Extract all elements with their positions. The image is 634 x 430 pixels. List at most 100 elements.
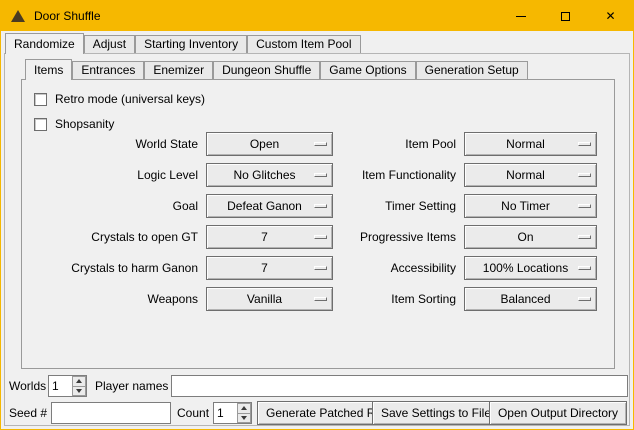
seed-input[interactable] bbox=[51, 402, 171, 424]
progressive-items-label: Progressive Items bbox=[322, 230, 456, 244]
weapons-dropdown[interactable]: Vanilla bbox=[206, 287, 333, 311]
spinner-arrows bbox=[72, 376, 86, 396]
shopsanity-checkbox[interactable] bbox=[34, 118, 47, 131]
world-state-label: World State bbox=[34, 137, 198, 151]
dropdown-indicator-icon bbox=[578, 204, 591, 208]
crystals-harm-ganon-dropdown[interactable]: 7 bbox=[206, 256, 333, 280]
goal-label: Goal bbox=[34, 199, 198, 213]
dropdown-indicator-icon bbox=[578, 266, 591, 270]
crystals-harm-ganon-label: Crystals to harm Ganon bbox=[34, 261, 198, 275]
tab-entrances[interactable]: Entrances bbox=[72, 61, 144, 79]
goal-value: Defeat Ganon bbox=[227, 195, 312, 217]
item-functionality-label: Item Functionality bbox=[322, 168, 456, 182]
item-functionality-dropdown[interactable]: Normal bbox=[464, 163, 597, 187]
shopsanity-row: Shopsanity bbox=[34, 115, 114, 133]
option-row: Logic Level No Glitches bbox=[34, 163, 333, 187]
arrow-down-icon bbox=[76, 389, 82, 393]
count-spinner[interactable] bbox=[213, 402, 252, 424]
crystals-open-gt-value: 7 bbox=[261, 226, 278, 248]
logic-level-dropdown[interactable]: No Glitches bbox=[206, 163, 333, 187]
goal-dropdown[interactable]: Defeat Ganon bbox=[206, 194, 333, 218]
items-tab-page: Retro mode (universal keys) Shopsanity W… bbox=[21, 79, 615, 369]
spin-down-button[interactable] bbox=[237, 413, 251, 424]
player-names-input[interactable] bbox=[171, 375, 628, 397]
count-label: Count bbox=[177, 401, 209, 425]
option-row: Timer Setting No Timer bbox=[322, 194, 597, 218]
retro-mode-label: Retro mode (universal keys) bbox=[55, 92, 205, 106]
primary-tab-bar: Randomize Adjust Starting Inventory Cust… bbox=[5, 33, 361, 53]
tab-randomize[interactable]: Randomize bbox=[5, 33, 84, 54]
close-button[interactable]: ✕ bbox=[588, 1, 633, 31]
weapons-value: Vanilla bbox=[247, 288, 292, 310]
title-bar: Door Shuffle ✕ bbox=[1, 1, 633, 31]
open-output-directory-button[interactable]: Open Output Directory bbox=[489, 401, 627, 425]
option-row: Progressive Items On bbox=[322, 225, 597, 249]
progressive-items-dropdown[interactable]: On bbox=[464, 225, 597, 249]
item-sorting-dropdown[interactable]: Balanced bbox=[464, 287, 597, 311]
tab-starting-inventory[interactable]: Starting Inventory bbox=[135, 35, 247, 53]
dropdown-indicator-icon bbox=[578, 297, 591, 301]
arrow-up-icon bbox=[76, 379, 82, 383]
crystals-harm-ganon-value: 7 bbox=[261, 257, 278, 279]
logic-level-label: Logic Level bbox=[34, 168, 198, 182]
arrow-up-icon bbox=[241, 406, 247, 410]
player-names-label: Player names bbox=[95, 375, 168, 397]
timer-setting-dropdown[interactable]: No Timer bbox=[464, 194, 597, 218]
tab-adjust[interactable]: Adjust bbox=[84, 35, 135, 53]
item-pool-dropdown[interactable]: Normal bbox=[464, 132, 597, 156]
spin-up-button[interactable] bbox=[72, 376, 86, 386]
minimize-icon bbox=[516, 16, 526, 17]
weapons-label: Weapons bbox=[34, 292, 198, 306]
dropdown-indicator-icon bbox=[578, 235, 591, 239]
timer-setting-label: Timer Setting bbox=[322, 199, 456, 213]
option-row: Goal Defeat Ganon bbox=[34, 194, 333, 218]
worlds-label: Worlds bbox=[9, 375, 46, 397]
maximize-button[interactable] bbox=[543, 1, 588, 31]
option-row: Crystals to open GT 7 bbox=[34, 225, 333, 249]
save-settings-button[interactable]: Save Settings to File bbox=[372, 401, 500, 425]
option-row: Crystals to harm Ganon 7 bbox=[34, 256, 333, 280]
maximize-icon bbox=[561, 12, 570, 21]
crystals-open-gt-dropdown[interactable]: 7 bbox=[206, 225, 333, 249]
close-icon: ✕ bbox=[605, 10, 615, 22]
minimize-button[interactable] bbox=[498, 1, 543, 31]
spinner-arrows bbox=[237, 403, 251, 423]
progressive-items-value: On bbox=[517, 226, 543, 248]
retro-mode-checkbox[interactable] bbox=[34, 93, 47, 106]
option-row: Item Sorting Balanced bbox=[322, 287, 597, 311]
count-input[interactable] bbox=[214, 403, 237, 423]
shopsanity-label: Shopsanity bbox=[55, 117, 114, 131]
app-window: Door Shuffle ✕ Randomize Adjust Starting… bbox=[0, 0, 634, 430]
item-pool-value: Normal bbox=[506, 133, 555, 155]
app-icon bbox=[11, 10, 25, 22]
tab-custom-item-pool[interactable]: Custom Item Pool bbox=[247, 35, 360, 53]
tab-game-options[interactable]: Game Options bbox=[320, 61, 415, 79]
crystals-open-gt-label: Crystals to open GT bbox=[34, 230, 198, 244]
option-row: Weapons Vanilla bbox=[34, 287, 333, 311]
tab-items[interactable]: Items bbox=[25, 59, 72, 80]
spin-down-button[interactable] bbox=[72, 386, 86, 397]
tab-dungeon-shuffle[interactable]: Dungeon Shuffle bbox=[213, 61, 320, 79]
seed-label: Seed # bbox=[9, 401, 47, 425]
accessibility-dropdown[interactable]: 100% Locations bbox=[464, 256, 597, 280]
tab-enemizer[interactable]: Enemizer bbox=[144, 61, 213, 79]
window-title: Door Shuffle bbox=[34, 9, 101, 23]
accessibility-label: Accessibility bbox=[322, 261, 456, 275]
option-row: Item Pool Normal bbox=[322, 132, 597, 156]
dropdown-indicator-icon bbox=[578, 173, 591, 177]
timer-setting-value: No Timer bbox=[501, 195, 560, 217]
arrow-down-icon bbox=[241, 416, 247, 420]
worlds-spinner[interactable] bbox=[48, 375, 87, 397]
caption-buttons: ✕ bbox=[498, 1, 633, 31]
option-row: Accessibility 100% Locations bbox=[322, 256, 597, 280]
secondary-tab-bar: Items Entrances Enemizer Dungeon Shuffle… bbox=[25, 59, 528, 79]
logic-level-value: No Glitches bbox=[233, 164, 305, 186]
worlds-input[interactable] bbox=[49, 376, 72, 396]
option-row: World State Open bbox=[34, 132, 333, 156]
world-state-dropdown[interactable]: Open bbox=[206, 132, 333, 156]
options-column-left: World State Open Logic Level No Glitches… bbox=[34, 132, 333, 318]
spin-up-button[interactable] bbox=[237, 403, 251, 413]
item-sorting-label: Item Sorting bbox=[322, 292, 456, 306]
retro-mode-row: Retro mode (universal keys) bbox=[34, 90, 205, 108]
tab-generation-setup[interactable]: Generation Setup bbox=[416, 61, 528, 79]
